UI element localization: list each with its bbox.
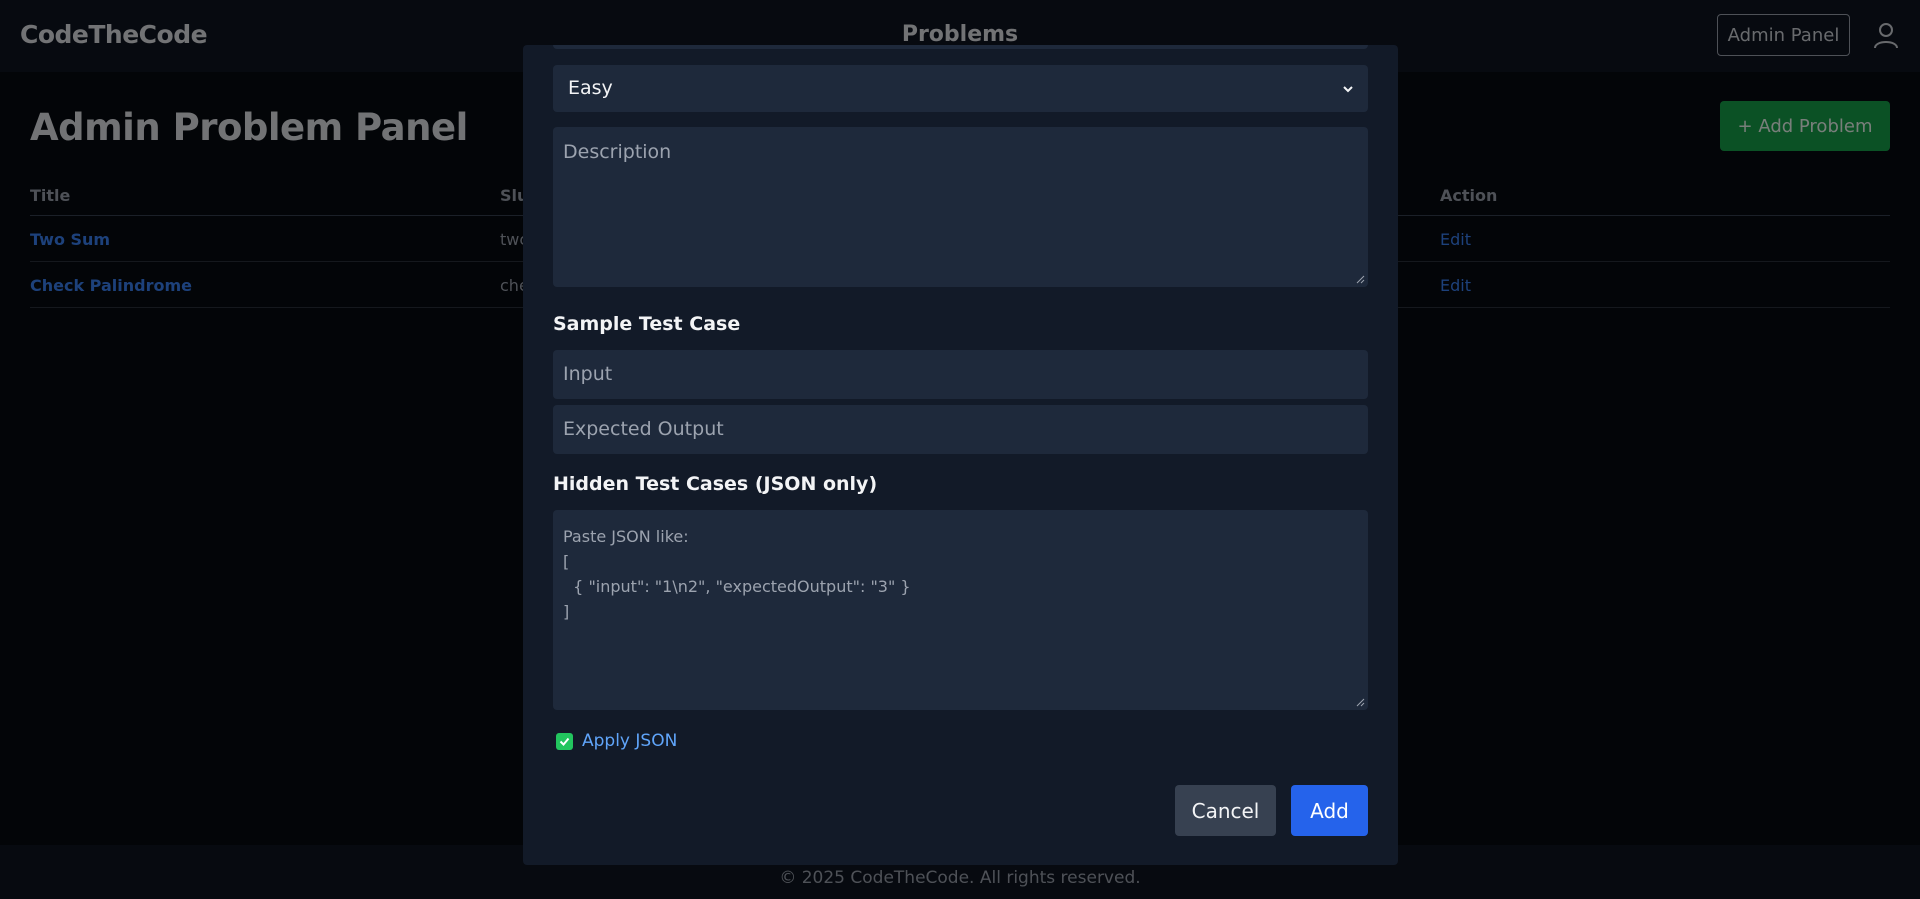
- difficulty-select[interactable]: Easy: [553, 65, 1368, 112]
- apply-json-checkbox[interactable]: [556, 732, 573, 750]
- resize-handle-icon[interactable]: [1355, 274, 1365, 284]
- resize-handle-icon[interactable]: [1355, 697, 1365, 707]
- expected-output-placeholder: Expected Output: [563, 418, 724, 440]
- json-placeholder-line: Paste JSON like:: [563, 527, 689, 546]
- chevron-down-icon: [1343, 86, 1353, 93]
- json-placeholder-line: ]: [563, 602, 570, 621]
- json-placeholder-line: { "input": "1\n2", "expectedOutput": "3"…: [563, 577, 911, 596]
- json-placeholder-line: [: [563, 552, 570, 571]
- sample-test-case-label: Sample Test Case: [553, 313, 741, 335]
- expected-output-field[interactable]: Expected Output: [553, 405, 1368, 454]
- hidden-test-cases-textarea[interactable]: Paste JSON like: [ { "input": "1\n2", "e…: [553, 510, 1368, 710]
- apply-json-label[interactable]: Apply JSON: [582, 731, 677, 751]
- apply-json-row[interactable]: Apply JSON: [556, 731, 677, 751]
- difficulty-value: Easy: [568, 77, 613, 99]
- description-textarea[interactable]: Description: [553, 127, 1368, 287]
- add-problem-modal: Easy Description Sample Test Case Input …: [523, 45, 1398, 865]
- description-placeholder: Description: [563, 141, 672, 163]
- add-button[interactable]: Add: [1291, 785, 1368, 836]
- hidden-test-cases-label: Hidden Test Cases (JSON only): [553, 473, 878, 495]
- check-icon: [559, 737, 570, 746]
- sample-input-field[interactable]: Input: [553, 350, 1368, 399]
- cancel-button[interactable]: Cancel: [1175, 785, 1276, 836]
- sample-input-placeholder: Input: [563, 363, 613, 385]
- slug-field[interactable]: [553, 45, 1368, 49]
